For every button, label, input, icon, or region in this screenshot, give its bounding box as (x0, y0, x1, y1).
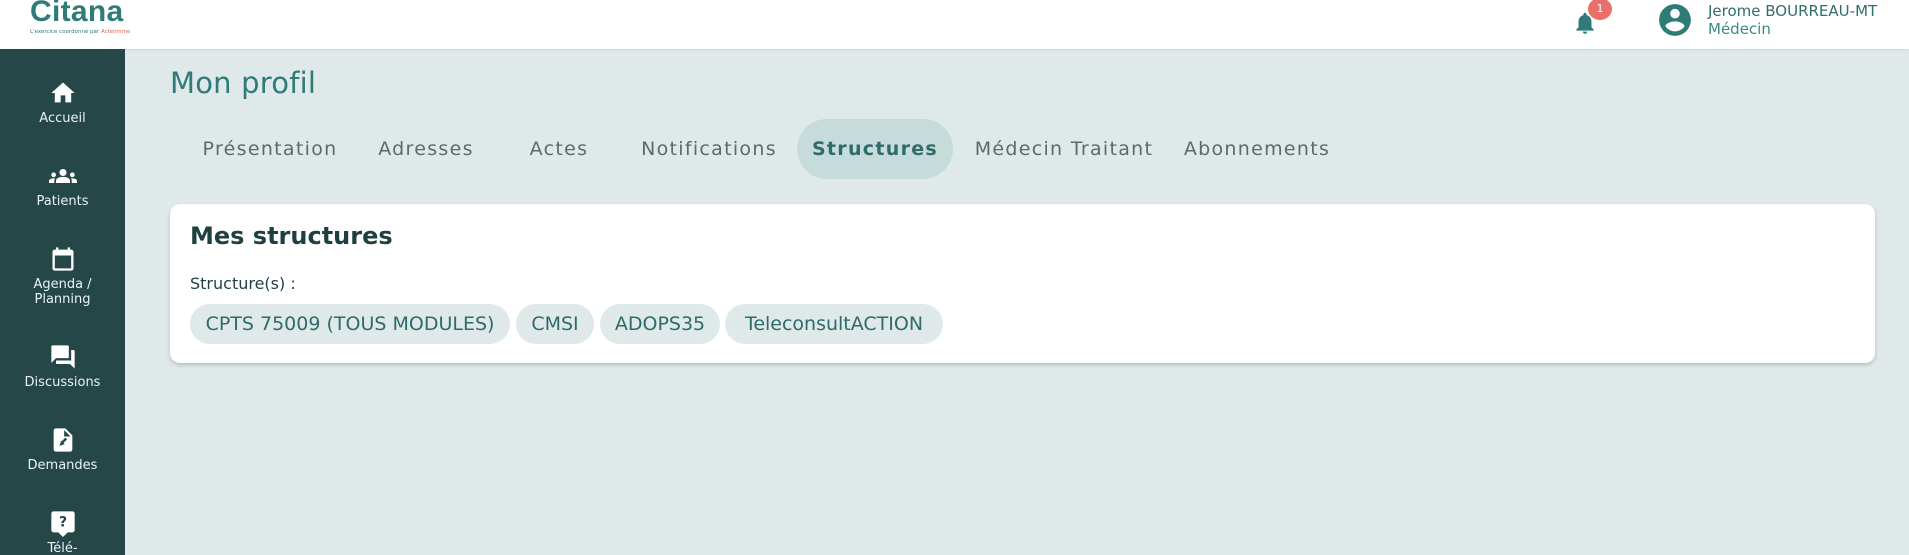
sidebar-item-discussions[interactable]: Discussions (0, 343, 125, 390)
card-title: Mes structures (190, 222, 393, 250)
tab-medecin-traitant[interactable]: Médecin Traitant (964, 119, 1164, 179)
page-title: Mon profil (170, 66, 317, 100)
sidebar-item-label: Télé- (47, 541, 78, 555)
logo-text: Citana (30, 0, 124, 28)
chat-icon (50, 345, 75, 369)
sidebar-item-patients[interactable]: Patients (0, 162, 125, 209)
user-role: Médecin (1708, 20, 1771, 38)
svg-text:?: ? (58, 515, 66, 531)
sidebar: Accueil Patients Agenda / Planning Discus… (0, 49, 125, 555)
help-icon: ? (50, 511, 75, 537)
account-circle-icon[interactable] (1656, 1, 1694, 39)
structures-label: Structure(s) : (190, 274, 296, 293)
structure-chip: TeleconsultACTION (725, 304, 943, 344)
citana-logo[interactable]: Citana L'exercice coordonné par Actelimm… (30, 0, 130, 35)
sidebar-item-label: Agenda / Planning (33, 277, 92, 307)
tab-notifications[interactable]: Notifications (626, 119, 792, 179)
user-info[interactable]: Jerome BOURREAU-MT Médecin (1708, 2, 1877, 38)
sidebar-item-label: Accueil (39, 111, 86, 126)
tab-structures[interactable]: Structures (797, 119, 953, 179)
sidebar-item-agenda[interactable]: Agenda / Planning (0, 245, 125, 307)
home-icon (50, 82, 75, 103)
notification-badge: 1 (1588, 0, 1612, 20)
group-icon (48, 169, 77, 183)
tab-presentation[interactable]: Présentation (180, 119, 360, 179)
structure-chip: CMSI (516, 304, 594, 344)
sidebar-item-label: Demandes (27, 458, 98, 473)
tab-abonnements[interactable]: Abonnements (1172, 119, 1342, 179)
sidebar-item-teleconsultation[interactable]: ? Télé- (0, 509, 125, 555)
tab-adresses[interactable]: Adresses (364, 119, 488, 179)
user-name: Jerome BOURREAU-MT (1708, 2, 1878, 20)
document-icon (53, 428, 72, 452)
tab-actes[interactable]: Actes (510, 119, 608, 179)
structure-chip: ADOPS35 (600, 304, 720, 344)
top-header: Citana L'exercice coordonné par Actelimm… (0, 0, 1909, 49)
sidebar-item-accueil[interactable]: Accueil (0, 79, 125, 126)
sidebar-item-label: Discussions (24, 375, 101, 390)
logo-tagline: L'exercice coordonné par Actelimme (30, 29, 131, 35)
sidebar-item-demandes[interactable]: Demandes (0, 426, 125, 473)
structure-chip: CPTS 75009 (TOUS MODULES) (190, 304, 510, 344)
calendar-icon (52, 247, 73, 271)
structures-card: Mes structures Structure(s) : CPTS 75009… (170, 204, 1875, 363)
sidebar-item-label: Patients (36, 194, 89, 209)
